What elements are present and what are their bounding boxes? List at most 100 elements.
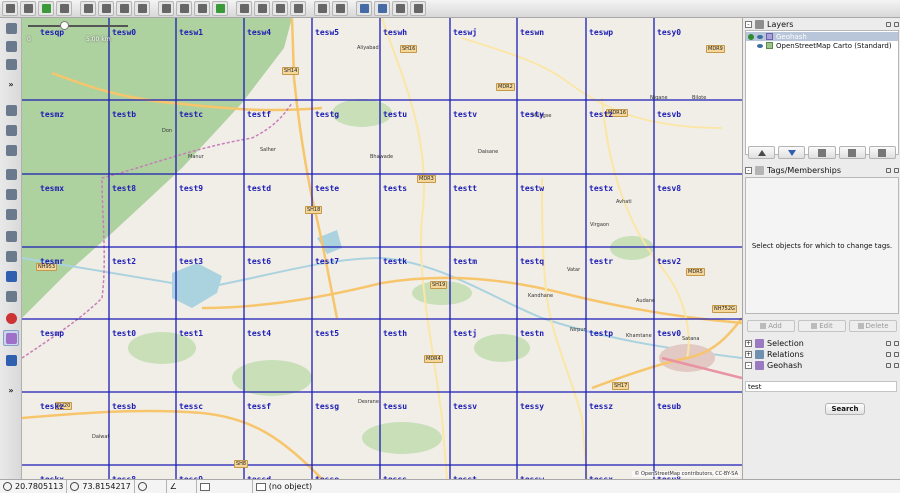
close-icon[interactable] — [894, 22, 899, 27]
car-button[interactable] — [314, 1, 330, 16]
move-down-button[interactable] — [778, 146, 806, 159]
more-2-tool[interactable]: » — [3, 382, 19, 398]
imagery-tool[interactable] — [3, 206, 19, 222]
save-button[interactable] — [20, 1, 36, 16]
geohash-cell-label: tesmp — [40, 329, 65, 338]
info-tool[interactable] — [3, 352, 19, 368]
panel-a-button[interactable] — [356, 1, 372, 16]
close-icon[interactable] — [894, 363, 899, 368]
layer-row[interactable]: OpenStreetMap Carto (Standard) — [746, 41, 898, 50]
collapse-toggle-icon[interactable]: - — [745, 21, 752, 28]
undo-button[interactable] — [80, 1, 96, 16]
geohash-cell-label: testt — [453, 184, 478, 193]
search-button[interactable]: Search — [825, 403, 865, 415]
layer-row[interactable]: Geohash — [746, 32, 898, 41]
geohash-cell-label: tessg — [315, 402, 340, 411]
geohash-cell-label: tests — [383, 184, 408, 193]
close-icon[interactable] — [894, 341, 899, 346]
move-up-button[interactable] — [748, 146, 776, 159]
paste-button[interactable] — [134, 1, 150, 16]
zoom-slider-knob[interactable] — [60, 21, 69, 30]
image-tool[interactable] — [3, 186, 19, 202]
selection-panel-header[interactable]: + Selection — [745, 338, 899, 349]
collapse-toggle-icon[interactable]: - — [745, 362, 752, 369]
map-attribution[interactable]: © OpenStreetMap contributors, CC-BY-SA — [632, 471, 740, 477]
layer-b-button[interactable] — [254, 1, 270, 16]
validate-button[interactable] — [158, 1, 174, 16]
edit-tag-button[interactable]: Edit — [798, 320, 846, 332]
check-tool[interactable] — [3, 268, 19, 284]
merge-button[interactable] — [808, 146, 836, 159]
open-button[interactable] — [2, 1, 18, 16]
profile-button[interactable] — [392, 1, 408, 16]
tags-area: Select objects for which to change tags. — [745, 177, 899, 314]
map-scale[interactable]: 0 5.00 km — [24, 20, 134, 44]
layer-name: Geohash — [776, 32, 807, 41]
delete-tool[interactable] — [3, 310, 19, 326]
chart-button[interactable] — [410, 1, 426, 16]
validate-tool[interactable] — [3, 166, 19, 182]
panel-a-icon — [359, 4, 369, 13]
expand-toggle-icon[interactable]: + — [745, 340, 752, 347]
layer-d-icon — [293, 4, 303, 13]
delete-tag-button[interactable]: Delete — [849, 320, 897, 332]
tags-panel-header[interactable]: - Tags/Memberships — [745, 165, 899, 176]
geohash-cell-label: tessv — [453, 402, 478, 411]
map-view[interactable]: Aliyabad Don Manur Salher Bhawade Mungse… — [22, 18, 742, 479]
park-patch — [474, 334, 530, 362]
mirror-tool[interactable] — [3, 248, 19, 264]
panel-title: Relations — [767, 350, 804, 359]
visibility-icon[interactable] — [757, 34, 763, 39]
detach-icon[interactable] — [886, 363, 891, 368]
tile-layer-icon — [766, 42, 773, 49]
zoom-fit-button[interactable] — [212, 1, 228, 16]
layer-c-button[interactable] — [272, 1, 288, 16]
add-tag-button[interactable]: Add — [747, 320, 795, 332]
panel-title: Geohash — [767, 361, 803, 370]
redo-button[interactable] — [98, 1, 114, 16]
panel-title: Selection — [767, 339, 804, 348]
layer-d-button[interactable] — [290, 1, 306, 16]
geohash-cell-label: testh — [383, 329, 408, 338]
detach-icon[interactable] — [886, 341, 891, 346]
geohash-cell-label: tesw5 — [315, 28, 340, 37]
visibility-icon[interactable] — [757, 43, 763, 48]
detach-icon[interactable] — [886, 352, 891, 357]
expand-toggle-icon[interactable]: + — [745, 351, 752, 358]
filter-tool[interactable] — [3, 102, 19, 118]
trash-icon — [878, 148, 887, 157]
search-tool[interactable] — [3, 228, 19, 244]
trash-icon — [857, 323, 864, 329]
close-icon[interactable] — [894, 168, 899, 173]
relations-tool[interactable] — [3, 142, 19, 158]
refresh-button[interactable] — [194, 1, 210, 16]
bus-button[interactable] — [332, 1, 348, 16]
edit-icon — [811, 323, 818, 329]
simplify-button[interactable] — [176, 1, 192, 16]
layer-a-button[interactable] — [236, 1, 252, 16]
select-tool[interactable] — [3, 20, 19, 36]
geohash-search-input[interactable] — [745, 381, 897, 392]
download-button[interactable] — [38, 1, 54, 16]
filter-2-tool[interactable] — [3, 288, 19, 304]
connect-tool[interactable] — [3, 56, 19, 72]
button-label: Delete — [865, 322, 889, 330]
longitude-value: 73.8154217 — [82, 482, 131, 491]
layers-panel-header[interactable]: - Layers — [745, 19, 899, 30]
close-icon[interactable] — [894, 352, 899, 357]
delete-layer-button[interactable] — [868, 146, 897, 159]
tags-tool[interactable] — [3, 122, 19, 138]
grid-tool[interactable] — [3, 330, 19, 346]
detach-icon[interactable] — [886, 22, 891, 27]
detach-icon[interactable] — [886, 168, 891, 173]
draw-tool[interactable] — [3, 38, 19, 54]
relations-icon — [755, 350, 764, 359]
geohash-panel-header[interactable]: - Geohash — [745, 360, 899, 371]
copy-button[interactable] — [116, 1, 132, 16]
properties-button[interactable] — [838, 146, 866, 159]
panel-b-button[interactable] — [374, 1, 390, 16]
relations-panel-header[interactable]: + Relations — [745, 349, 899, 360]
collapse-toggle-icon[interactable]: - — [745, 167, 752, 174]
upload-button[interactable] — [56, 1, 72, 16]
more-tool[interactable]: » — [3, 76, 19, 92]
